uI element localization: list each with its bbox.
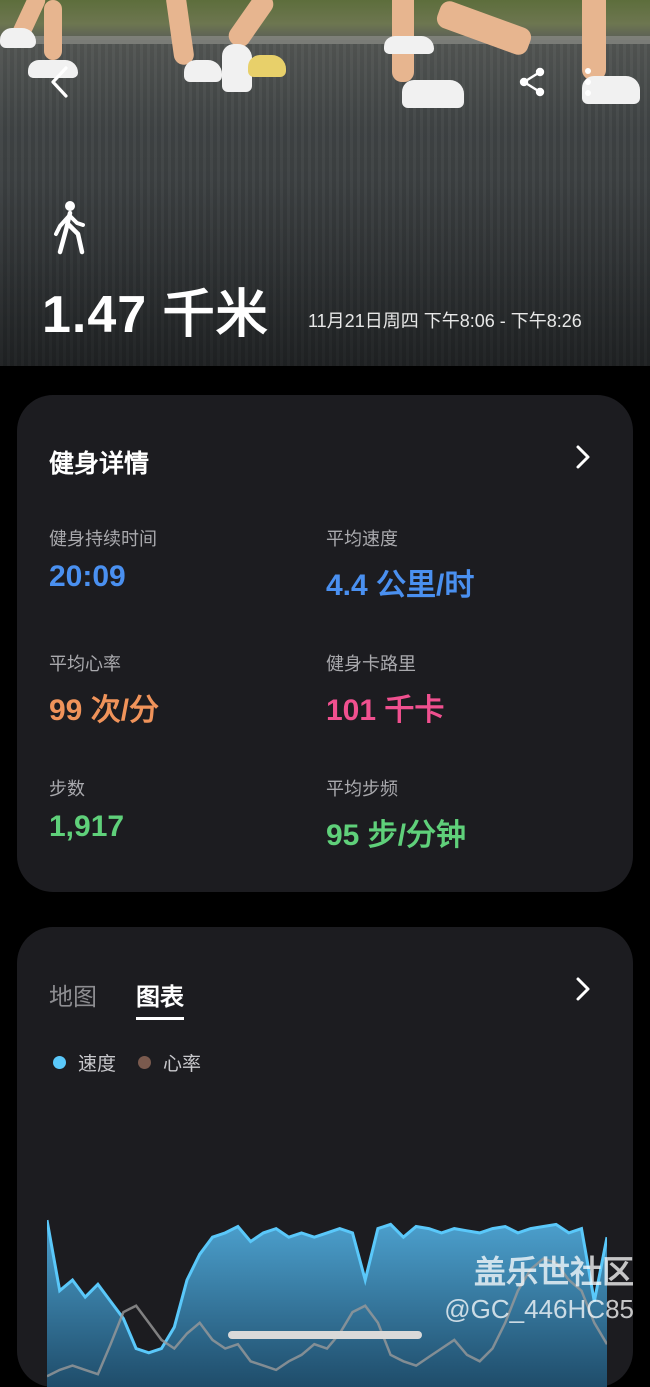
legend-heart-rate: 心率 bbox=[138, 1049, 201, 1076]
stat-value: 101 千卡 bbox=[326, 694, 445, 727]
hero-banner: 1.47 千米 11月21日周四 下午8:06 - 下午8:26 bbox=[0, 0, 650, 366]
stat-label: 健身持续时间 bbox=[49, 529, 157, 549]
stat-value: 20:09 bbox=[49, 560, 126, 593]
distance-value: 1.47 千米 bbox=[42, 286, 269, 344]
stat-label: 健身卡路里 bbox=[326, 654, 416, 674]
runner-leg bbox=[44, 0, 62, 60]
fitness-details-card[interactable]: 健身详情 健身持续时间 20:09 平均速度 4.4 公里/时 平均心率 99 … bbox=[17, 395, 633, 892]
more-icon[interactable] bbox=[570, 62, 606, 102]
share-icon[interactable] bbox=[512, 62, 552, 102]
tab-chart[interactable]: 图表 bbox=[136, 977, 184, 1020]
chevron-right-icon[interactable] bbox=[569, 443, 597, 471]
stat-avg-speed: 平均速度 4.4 公里/时 bbox=[326, 525, 474, 604]
runner-shoe bbox=[0, 28, 36, 48]
stat-label: 平均心率 bbox=[49, 654, 121, 674]
stat-label: 步数 bbox=[49, 779, 85, 799]
legend-dot-icon bbox=[53, 1056, 66, 1069]
time-range: 11月21日周四 下午8:06 - 下午8:26 bbox=[308, 311, 582, 331]
card-title: 健身详情 bbox=[49, 450, 150, 478]
walk-icon bbox=[50, 200, 90, 256]
hero-curb bbox=[0, 36, 650, 44]
legend-label: 速度 bbox=[78, 1054, 117, 1075]
runner-shoe bbox=[402, 80, 464, 108]
legend-label: 心率 bbox=[163, 1054, 202, 1075]
chart-legend: 速度 心率 bbox=[53, 1049, 223, 1076]
stat-value: 95 步/分钟 bbox=[326, 819, 467, 852]
stat-avg-heart-rate: 平均心率 99 次/分 bbox=[49, 650, 159, 729]
stat-cadence: 平均步频 95 步/分钟 bbox=[326, 775, 466, 854]
runner-shoe bbox=[384, 36, 434, 54]
stat-steps: 步数 1,917 bbox=[49, 775, 124, 844]
legend-speed: 速度 bbox=[53, 1049, 116, 1076]
home-indicator[interactable] bbox=[228, 1331, 422, 1339]
stat-calories: 健身卡路里 101 千卡 bbox=[326, 650, 444, 729]
tab-map[interactable]: 地图 bbox=[49, 977, 97, 1012]
stat-label: 平均速度 bbox=[326, 529, 398, 549]
stat-label: 平均步频 bbox=[326, 779, 398, 799]
runner-shoe bbox=[248, 55, 286, 77]
watermark-user: @GC_446HC85 bbox=[444, 1294, 634, 1324]
stat-value: 4.4 公里/时 bbox=[326, 569, 475, 602]
watermark-title: 盖乐世社区 bbox=[473, 1254, 634, 1290]
stat-value: 1,917 bbox=[49, 810, 125, 843]
chevron-right-icon[interactable] bbox=[569, 975, 597, 1003]
legend-dot-icon bbox=[138, 1056, 152, 1069]
stat-duration: 健身持续时间 20:09 bbox=[49, 525, 157, 594]
runner-shoe bbox=[184, 60, 222, 82]
hero-grass bbox=[0, 0, 650, 40]
back-icon[interactable] bbox=[40, 62, 80, 102]
stat-value: 99 次/分 bbox=[49, 694, 160, 727]
